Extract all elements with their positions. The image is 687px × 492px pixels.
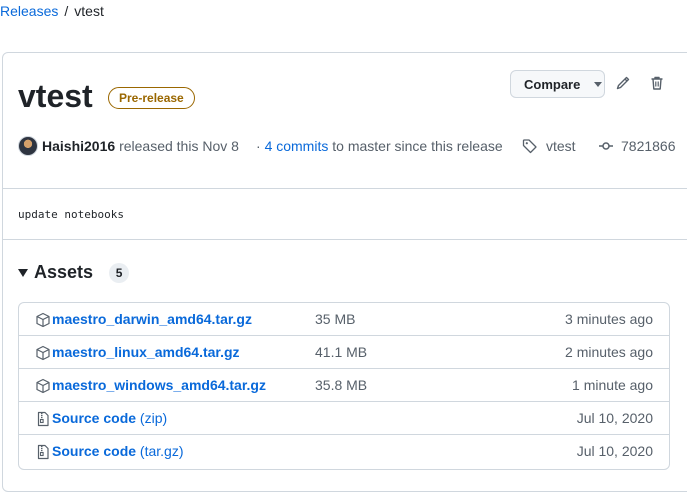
tag-icon xyxy=(522,139,537,154)
asset-name-link[interactable]: maestro_windows_amd64.tar.gz xyxy=(52,377,266,393)
author-link[interactable]: Haishi2016 xyxy=(42,138,115,154)
git-commit-icon xyxy=(599,142,613,150)
package-icon xyxy=(36,345,50,361)
asset-row: maestro_darwin_amd64.tar.gz 35 MB 3 minu… xyxy=(19,303,669,336)
compare-button[interactable]: Compare xyxy=(510,70,605,98)
source-code-zip-link[interactable]: Source code (zip) xyxy=(52,410,167,426)
delete-release-button[interactable] xyxy=(647,73,667,93)
tag-name: vtest xyxy=(546,138,576,154)
commits-info: · 4 commits to master since this release xyxy=(256,137,503,155)
asset-row: maestro_windows_amd64.tar.gz 35.8 MB 1 m… xyxy=(19,369,669,402)
edit-release-button[interactable] xyxy=(613,73,633,93)
compare-button-label: Compare xyxy=(524,76,581,92)
asset-size: 41.1 MB xyxy=(315,344,368,360)
asset-time: Jul 10, 2020 xyxy=(576,410,653,426)
divider xyxy=(2,188,687,189)
release-title: vtest xyxy=(18,78,93,114)
commits-link[interactable]: 4 commits xyxy=(265,138,329,154)
package-icon xyxy=(36,312,50,328)
asset-format: (zip) xyxy=(139,410,168,426)
released-text: released this Nov 8 xyxy=(119,138,239,154)
prerelease-badge: Pre-release xyxy=(108,87,195,109)
triangle-down-icon xyxy=(18,268,28,277)
file-zip-icon xyxy=(37,444,49,460)
commits-suffix: to master since this release xyxy=(332,138,503,154)
asset-size: 35 MB xyxy=(315,311,356,327)
trash-icon xyxy=(651,76,663,90)
file-zip-icon xyxy=(37,411,49,427)
asset-time: 1 minute ago xyxy=(572,377,653,393)
breadcrumb-separator: / xyxy=(64,3,69,19)
asset-row: Source code (tar.gz) Jul 10, 2020 xyxy=(19,435,669,468)
release-meta: Haishi2016 released this Nov 8 xyxy=(42,137,239,155)
asset-name: Source code xyxy=(52,443,137,459)
pencil-icon xyxy=(616,76,630,90)
commit-link[interactable]: 7821866 xyxy=(598,137,676,155)
package-icon xyxy=(36,378,50,394)
release-notes: update notebooks xyxy=(18,208,124,221)
chevron-down-icon xyxy=(594,81,603,87)
asset-format: (tar.gz) xyxy=(139,443,184,459)
commit-sha: 7821866 xyxy=(621,138,676,154)
asset-row: Source code (zip) Jul 10, 2020 xyxy=(19,402,669,435)
asset-row: maestro_linux_amd64.tar.gz 41.1 MB 2 min… xyxy=(19,336,669,369)
commits-dot: · xyxy=(256,138,261,154)
breadcrumb-releases-link[interactable]: Releases xyxy=(0,3,58,19)
avatar[interactable] xyxy=(18,136,38,156)
tag-link[interactable]: vtest xyxy=(522,137,576,155)
asset-list: maestro_darwin_amd64.tar.gz 35 MB 3 minu… xyxy=(18,302,670,470)
asset-name-link[interactable]: maestro_darwin_amd64.tar.gz xyxy=(52,311,252,327)
asset-size: 35.8 MB xyxy=(315,377,368,393)
assets-count: 5 xyxy=(109,262,130,283)
asset-time: Jul 10, 2020 xyxy=(576,443,653,459)
breadcrumb-current: vtest xyxy=(74,3,104,19)
asset-name: Source code xyxy=(52,410,137,426)
source-code-targz-link[interactable]: Source code (tar.gz) xyxy=(52,443,184,459)
divider xyxy=(2,239,687,240)
asset-time: 2 minutes ago xyxy=(565,344,653,360)
asset-name-link[interactable]: maestro_linux_amd64.tar.gz xyxy=(52,344,240,360)
assets-toggle[interactable]: Assets 5 xyxy=(18,262,130,283)
assets-title: Assets xyxy=(34,262,94,282)
asset-time: 3 minutes ago xyxy=(565,311,653,327)
breadcrumb: Releases / vtest xyxy=(0,2,104,20)
